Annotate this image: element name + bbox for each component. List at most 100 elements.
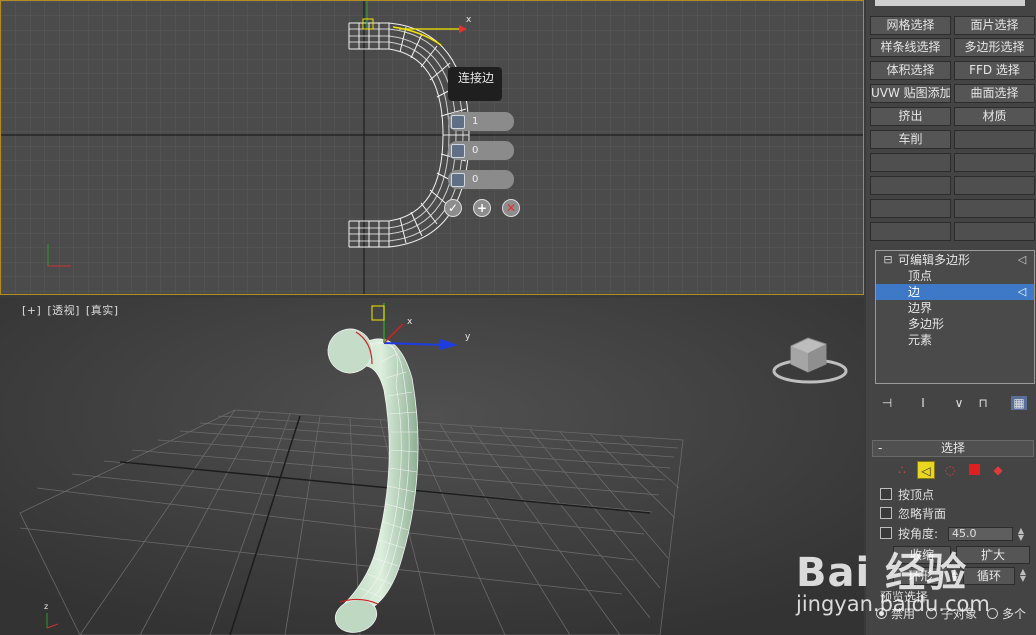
caddy-slide-field[interactable]: 0 [448,170,514,189]
preview-subobject-radio[interactable]: 子对象 [926,606,977,622]
stack-item-border[interactable]: 边界 [876,300,1034,316]
stack-item-label: 边界 [908,301,933,315]
empty-set-button-5[interactable] [954,176,1035,195]
caddy-segments-field[interactable]: 1 [448,112,514,131]
viewport-shading-menu[interactable]: [真实] [86,304,119,317]
ring-button[interactable]: 环形 [893,567,948,585]
collapse-icon: - [878,441,883,455]
grow-button[interactable]: 扩大 [956,546,1030,564]
modifier-stack[interactable]: ⊟ 可编辑多边形 ◁ 顶点 边 ◁ 边界 多边形 元素 [875,250,1035,384]
selection-rollout-header[interactable]: - 选择 [872,440,1034,457]
checkbox-box[interactable] [880,527,892,539]
surface-select-button[interactable]: 曲面选择 [954,84,1035,103]
empty-set-button-6[interactable] [870,199,951,218]
persp-axis-z-label: z [44,602,49,611]
poly-select-button[interactable]: 多边形选择 [954,38,1035,57]
segments-icon [451,115,465,129]
viewport-label[interactable]: [+] [透视] [真实] [22,302,121,318]
stack-item-label: 多边形 [908,317,945,331]
empty-set-button-2[interactable] [870,153,951,172]
radio-label: 子对象 [941,607,978,621]
caddy-pinch-field[interactable]: 0 [448,141,514,160]
edge-subobject-icon: ◁ [1017,285,1027,298]
by-angle-label: 按角度: [898,527,939,541]
stack-item-vertex[interactable]: 顶点 [876,268,1034,284]
loop-button[interactable]: 循环 [963,567,1015,585]
volume-select-button[interactable]: 体积选择 [870,61,951,80]
stack-item-polygon[interactable]: 多边形 [876,316,1034,332]
shrink-button[interactable]: 收缩 [893,546,951,564]
show-end-result-icon[interactable]: Ⅰ [915,396,931,410]
ffd-select-button[interactable]: FFD 选择 [954,61,1035,80]
persp-axis-y-label: y [465,332,471,342]
modifier-list-dropdown[interactable] [875,0,1025,6]
preview-selection-label: 预览选择 [880,590,929,604]
caddy-ok-button[interactable]: ✓ [444,199,462,217]
viewport-pov-menu[interactable]: [透视] [47,304,80,317]
caddy-slide-value: 0 [472,174,479,185]
radio-label: 多个 [1002,607,1027,621]
ignore-backfacing-checkbox[interactable]: 忽略背面 [880,506,946,522]
ring-spinner-icon[interactable]: ▲ ▼ [950,568,960,583]
by-vertex-label: 按顶点 [898,488,935,502]
pin-stack-icon[interactable]: ⊣ [879,396,895,410]
extrude-button[interactable]: 挤出 [870,107,951,126]
radio-dot[interactable] [987,608,998,619]
radio-dot[interactable] [926,608,937,619]
polygon-mode-icon[interactable] [965,461,983,479]
make-unique-icon[interactable]: ∨ [951,396,967,410]
preview-multiple-radio[interactable]: 多个 [987,606,1026,622]
angle-spinner-icon[interactable]: ▲ ▼ [1016,527,1026,542]
viewport-perspective[interactable]: [+] [透视] [真实] x y z [0,298,864,635]
viewport-general-menu[interactable]: [+] [22,304,41,317]
viewport-top-grid [1,1,863,294]
caddy-apply-button[interactable]: + [473,199,491,217]
vertex-mode-icon[interactable]: ∴ [893,461,911,479]
caddy-title: 连接边 [448,67,502,101]
spline-select-button[interactable]: 样条线选择 [870,38,951,57]
by-vertex-checkbox[interactable]: 按顶点 [880,487,934,503]
uvw-map-add-button[interactable]: UVW 贴图添加 [870,84,951,103]
material-button[interactable]: 材质 [954,107,1035,126]
light-bulb-icon[interactable]: ◁ [1016,254,1028,266]
patch-select-button[interactable]: 面片选择 [954,16,1035,35]
checkbox-box[interactable] [880,488,892,500]
empty-set-button-9[interactable] [954,222,1035,241]
slide-icon [451,173,465,187]
empty-set-button-1[interactable] [954,130,1035,149]
checkbox-box[interactable] [880,507,892,519]
edge-mode-icon[interactable]: ◁ [917,461,935,479]
radio-dot[interactable] [876,608,887,619]
border-mode-icon[interactable]: ◌ [941,461,959,479]
remove-modifier-icon[interactable]: ⊓ [975,396,991,410]
persp-axis-x-label: x [407,317,413,327]
caddy-cancel-button[interactable]: ✕ [502,199,520,217]
empty-set-button-3[interactable] [954,153,1035,172]
viewport-top[interactable]: x 连接边 1 0 0 ✓ + ✕ [0,0,864,295]
pinch-icon [451,144,465,158]
stack-item-element[interactable]: 元素 [876,332,1034,348]
empty-set-button-7[interactable] [954,199,1035,218]
stack-item-edge[interactable]: 边 ◁ [876,284,1034,300]
selection-rollout-title: 选择 [940,441,965,455]
empty-set-button-4[interactable] [870,176,951,195]
stack-item-label: 元素 [908,333,933,347]
radio-label: 禁用 [891,607,916,621]
stack-root-label: 可编辑多边形 [898,253,971,267]
empty-set-button-8[interactable] [870,222,951,241]
mesh-select-button[interactable]: 网格选择 [870,16,951,35]
ignore-backfacing-label: 忽略背面 [898,507,947,521]
lathe-button[interactable]: 车削 [870,130,951,149]
element-mode-icon[interactable]: ◆ [989,461,1007,479]
by-angle-checkbox[interactable]: 按角度: [880,526,938,542]
stack-root-editable-poly[interactable]: ⊟ 可编辑多边形 ◁ [876,252,1034,268]
stack-item-label: 顶点 [908,269,933,283]
caddy-segments-value: 1 [472,116,479,127]
caddy-pinch-value: 0 [472,145,479,156]
configure-modifier-sets-icon[interactable]: ▦ [1011,396,1027,410]
viewport-perspective-scene [0,298,864,635]
angle-input[interactable]: 45.0 [948,527,1013,541]
preview-disabled-radio[interactable]: 禁用 [876,606,915,622]
minus-box-icon[interactable]: ⊟ [882,254,894,266]
loop-spinner-icon[interactable]: ▲ ▼ [1018,568,1028,583]
